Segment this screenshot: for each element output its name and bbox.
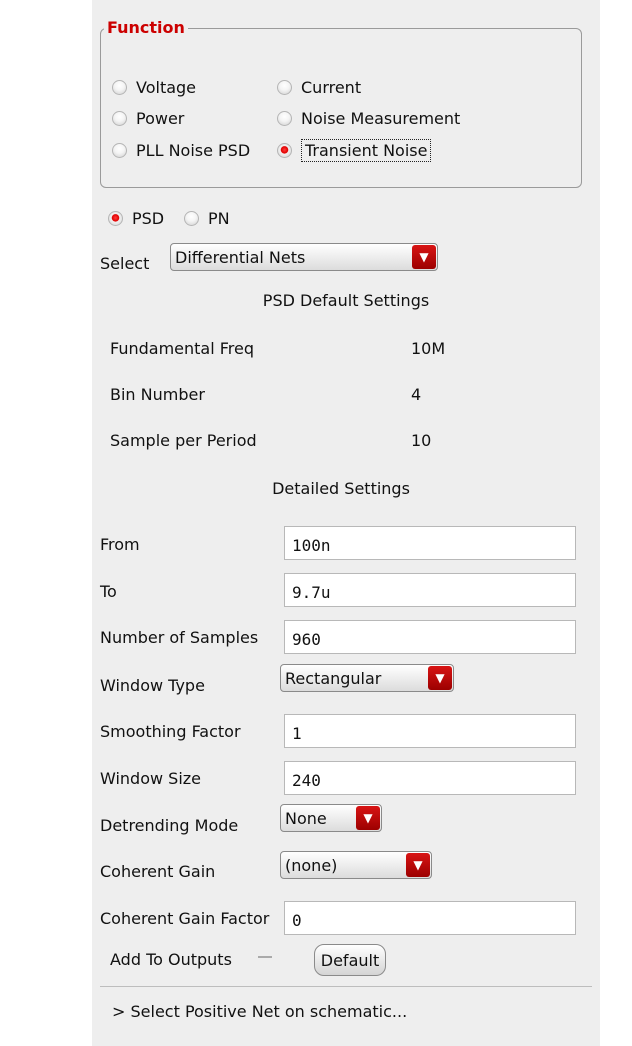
radio-psd-label: PSD xyxy=(132,209,165,228)
window-size-input[interactable]: 240 xyxy=(284,761,576,795)
radio-power[interactable]: Power xyxy=(112,109,184,128)
number-of-samples-label: Number of Samples xyxy=(100,628,259,647)
radio-transient-noise[interactable]: Transient Noise xyxy=(277,139,432,162)
psd-settings-panel: Function Voltage Current Power Noise Mea… xyxy=(92,0,600,1046)
chevron-down-icon: ▼ xyxy=(356,806,380,830)
radio-unselected-icon xyxy=(184,211,199,226)
window-type-label: Window Type xyxy=(100,676,205,695)
add-to-outputs-label: Add To Outputs xyxy=(110,950,232,969)
radio-voltage[interactable]: Voltage xyxy=(112,78,196,97)
radio-unselected-icon xyxy=(112,111,127,126)
radio-psd[interactable]: PSD xyxy=(108,209,164,228)
radio-pll-noise-psd[interactable]: PLL Noise PSD xyxy=(112,141,250,160)
radio-noise-measurement-label: Noise Measurement xyxy=(301,109,461,128)
to-label: To xyxy=(100,582,117,601)
select-label: Select xyxy=(100,254,150,273)
status-divider xyxy=(100,986,592,987)
function-groupbox xyxy=(100,28,582,188)
coherent-gain-label: Coherent Gain xyxy=(100,862,216,881)
radio-pll-noise-psd-label: PLL Noise PSD xyxy=(136,141,251,160)
coherent-gain-factor-label: Coherent Gain Factor xyxy=(100,909,270,928)
psd-default-settings-heading: PSD Default Settings xyxy=(262,291,430,310)
radio-current-label: Current xyxy=(301,78,362,97)
from-label: From xyxy=(100,535,140,554)
detrending-mode-dropdown[interactable]: None ▼ xyxy=(280,804,382,832)
coherent-gain-dropdown[interactable]: (none) ▼ xyxy=(280,851,432,879)
radio-pn-label: PN xyxy=(208,209,230,228)
radio-unselected-icon xyxy=(112,80,127,95)
detailed-settings-heading: Detailed Settings xyxy=(272,479,410,498)
fundamental-freq-label: Fundamental Freq xyxy=(110,339,255,358)
bin-number-value: 4 xyxy=(411,385,422,404)
window-type-dropdown[interactable]: Rectangular ▼ xyxy=(280,664,454,692)
smoothing-factor-label: Smoothing Factor xyxy=(100,722,241,741)
add-to-outputs-checkbox[interactable] xyxy=(258,948,272,958)
sample-per-period-label: Sample per Period xyxy=(110,431,257,450)
select-nets-value: Differential Nets xyxy=(175,247,306,267)
window-size-label: Window Size xyxy=(100,769,202,788)
coherent-gain-value: (none) xyxy=(285,855,338,875)
number-of-samples-input[interactable]: 960 xyxy=(284,620,576,654)
radio-power-label: Power xyxy=(136,109,185,128)
chevron-down-icon: ▼ xyxy=(412,245,436,269)
radio-transient-noise-label: Transient Noise xyxy=(301,139,432,162)
sample-per-period-value: 10 xyxy=(411,431,432,450)
radio-unselected-icon xyxy=(277,111,292,126)
detrending-mode-value: None xyxy=(285,808,327,828)
radio-unselected-icon xyxy=(277,80,292,95)
status-prompt: > Select Positive Net on schematic... xyxy=(112,1002,408,1021)
radio-unselected-icon xyxy=(112,143,127,158)
radio-noise-measurement[interactable]: Noise Measurement xyxy=(277,109,460,128)
default-button[interactable]: Default xyxy=(314,944,386,976)
detrending-mode-label: Detrending Mode xyxy=(100,816,239,835)
select-nets-dropdown[interactable]: Differential Nets ▼ xyxy=(170,243,438,271)
radio-pn[interactable]: PN xyxy=(184,209,230,228)
function-group-title: Function xyxy=(104,18,188,37)
radio-current[interactable]: Current xyxy=(277,78,361,97)
fundamental-freq-value: 10M xyxy=(411,339,446,358)
radio-selected-icon xyxy=(108,211,123,226)
to-input[interactable]: 9.7u xyxy=(284,573,576,607)
from-input[interactable]: 100n xyxy=(284,526,576,560)
chevron-down-icon: ▼ xyxy=(428,666,452,690)
smoothing-factor-input[interactable]: 1 xyxy=(284,714,576,748)
coherent-gain-factor-input[interactable]: 0 xyxy=(284,901,576,935)
radio-voltage-label: Voltage xyxy=(136,78,197,97)
chevron-down-icon: ▼ xyxy=(406,853,430,877)
window-type-value: Rectangular xyxy=(285,668,382,688)
bin-number-label: Bin Number xyxy=(110,385,205,404)
radio-selected-icon xyxy=(277,143,292,158)
